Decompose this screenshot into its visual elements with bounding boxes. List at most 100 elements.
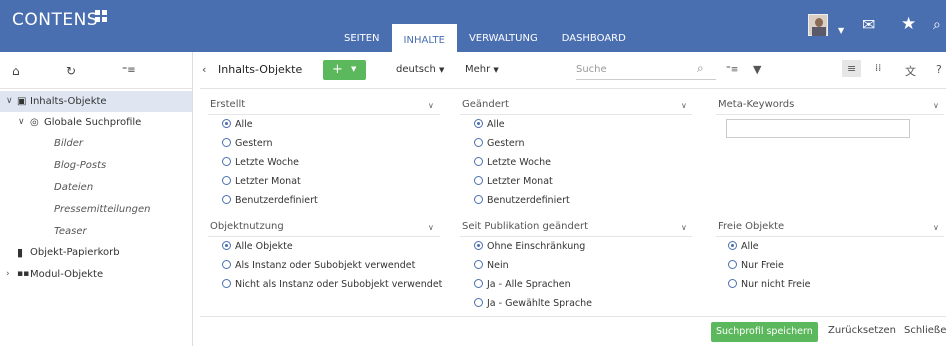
section-title-erstellt: Erstellt [210, 99, 246, 110]
radio-erstellt-benutzerdefiniert[interactable]: Benutzerdefiniert [222, 194, 318, 208]
radio-freie-alle[interactable]: Alle [728, 240, 759, 254]
tree-item-pressemitteilungen[interactable]: Pressemitteilungen [0, 199, 192, 220]
sidebar-toolbar: ⌂ ↻ ⁼≡ [0, 52, 192, 89]
chevron-down-icon[interactable]: ∨ [933, 101, 939, 110]
radio-icon [222, 176, 231, 185]
refresh-icon[interactable]: ↻ [66, 64, 76, 78]
close-button[interactable]: Schließen [904, 325, 946, 336]
radio-geaendert-alle[interactable]: Alle [474, 118, 505, 132]
radio-icon [222, 157, 231, 166]
tree-filter-icon[interactable]: ⁼≡ [122, 65, 136, 76]
favorites-star-icon[interactable]: ★ [901, 16, 916, 33]
radio-objektnutzung-nicht-verwendet[interactable]: Nicht als Instanz oder Subobjekt verwend… [222, 278, 442, 292]
tab-seiten[interactable]: SEITEN [332, 24, 392, 52]
radio-erstellt-gestern[interactable]: Gestern [222, 137, 273, 151]
home-icon[interactable]: ⌂ [12, 64, 20, 78]
tab-dashboard[interactable]: DASHBOARD [550, 24, 638, 52]
chevron-down-icon[interactable]: ∨ [681, 101, 687, 110]
save-search-profile-button[interactable]: Suchprofil speichern [711, 322, 818, 342]
radio-publikation-ohne[interactable]: Ohne Einschränkung [474, 240, 585, 254]
global-search-icon[interactable]: ⌕ [933, 18, 941, 32]
chevron-right-icon[interactable]: › [6, 264, 10, 285]
radio-publikation-alle-sprachen[interactable]: Ja - Alle Sprachen [474, 278, 571, 292]
radio-erstellt-letzter-monat[interactable]: Letzter Monat [222, 175, 301, 189]
back-arrow-icon[interactable]: ‹ [202, 63, 206, 76]
radio-publikation-nein[interactable]: Nein [474, 259, 509, 273]
section-divider [460, 114, 692, 115]
translate-icon[interactable]: 文 [905, 63, 916, 79]
radio-icon [474, 241, 483, 250]
radio-geaendert-benutzerdefiniert[interactable]: Benutzerdefiniert [474, 194, 570, 208]
tree-item-teaser[interactable]: Teaser [0, 221, 192, 242]
help-icon[interactable]: ? [936, 63, 942, 76]
language-select[interactable]: deutsch ▼ [396, 64, 444, 75]
radio-icon [474, 176, 483, 185]
reset-button[interactable]: Zurücksetzen [828, 325, 896, 336]
radio-label: Nur Freie [741, 260, 784, 271]
radio-objektnutzung-alle[interactable]: Alle Objekte [222, 240, 293, 254]
radio-erstellt-alle[interactable]: Alle [222, 118, 253, 132]
tree-item-blog-posts[interactable]: Blog-Posts [0, 155, 192, 176]
radio-label: Letzte Woche [487, 157, 552, 168]
radio-icon [222, 119, 231, 128]
section-title-freie-objekte: Freie Objekte [718, 221, 785, 232]
trash-icon: ▮ [17, 246, 24, 259]
section-title-geaendert: Geändert [462, 99, 509, 110]
page-title: Inhalts-Objekte [218, 63, 303, 76]
chevron-down-icon[interactable]: ∨ [681, 223, 687, 232]
radio-label: Ja - Gewählte Sprache [487, 298, 593, 309]
tree-item-bilder[interactable]: Bilder [0, 133, 192, 154]
radio-icon [222, 279, 231, 288]
tree-item-globale-suchprofile[interactable]: ∨ ◎ Globale Suchprofile [0, 112, 192, 133]
more-menu[interactable]: Mehr ▼ [465, 64, 499, 75]
user-avatar[interactable] [808, 14, 828, 36]
radio-objektnutzung-verwendet[interactable]: Als Instanz oder Subobjekt verwendet [222, 259, 415, 273]
tree-item-modul-objekte[interactable]: › ▪▪ Modul-Objekte [0, 264, 192, 285]
meta-keywords-input[interactable] [726, 119, 910, 138]
content-toolbar: ‹ Inhalts-Objekte + ▼ deutsch ▼ Mehr ▼ S… [200, 52, 946, 89]
list-view-icon[interactable]: ≡ [842, 60, 862, 77]
radio-publikation-gewaehlte-sprache[interactable]: Ja - Gewählte Sprache [474, 297, 592, 311]
grid-view-icon[interactable]: ⁞⁞ [875, 63, 881, 74]
tab-inhalte[interactable]: INHALTE [391, 24, 457, 52]
section-title-meta-keywords: Meta-Keywords [718, 99, 795, 110]
chevron-down-icon[interactable]: ∨ [428, 223, 434, 232]
radio-icon [728, 260, 737, 269]
filter-options-icon[interactable]: ⁼≡ [726, 65, 738, 75]
chevron-down-icon[interactable]: ∨ [18, 112, 25, 133]
radio-label: Nein [487, 260, 509, 271]
chevron-down-icon[interactable]: ∨ [933, 223, 939, 232]
tree-item-inhalts-objekte[interactable]: ∨ ▣ Inhalts-Objekte [0, 91, 192, 112]
radio-geaendert-gestern[interactable]: Gestern [474, 137, 525, 151]
tree-item-objekt-papierkorb[interactable]: ▮ Objekt-Papierkorb [0, 242, 192, 263]
add-object-button[interactable]: + ▼ [323, 60, 366, 80]
radio-label: Alle Objekte [235, 241, 293, 252]
radio-icon [728, 241, 737, 250]
notifications-icon[interactable]: ✉ [862, 17, 875, 33]
filter-funnel-icon[interactable]: ▼ [753, 63, 761, 76]
content-objects-icon: ▣ [17, 96, 27, 107]
chevron-down-icon[interactable]: ∨ [6, 91, 13, 112]
tree-item-dateien[interactable]: Dateien [0, 177, 192, 198]
radio-label: Letzte Woche [235, 157, 300, 168]
radio-icon [474, 119, 483, 128]
user-menu-chevron-icon[interactable]: ▼ [838, 24, 844, 38]
tab-verwaltung[interactable]: VERWALTUNG [457, 24, 550, 52]
chevron-down-icon[interactable]: ∨ [428, 101, 434, 110]
radio-label: Ja - Alle Sprachen [487, 279, 571, 290]
radio-icon [222, 195, 231, 204]
radio-freie-nur-nicht-freie[interactable]: Nur nicht Freie [728, 278, 811, 292]
tree-item-label: Blog-Posts [54, 160, 107, 171]
more-menu-label: Mehr [465, 64, 491, 75]
radio-label: Letzter Monat [487, 176, 553, 187]
search-input[interactable]: Suche [576, 60, 716, 80]
radio-geaendert-letzter-monat[interactable]: Letzter Monat [474, 175, 553, 189]
sidebar: ⌂ ↻ ⁼≡ ∨ ▣ Inhalts-Objekte ∨ ◎ Globale S… [0, 52, 193, 346]
radio-geaendert-letzte-woche[interactable]: Letzte Woche [474, 156, 551, 170]
radio-freie-nur-freie[interactable]: Nur Freie [728, 259, 784, 273]
radio-label: Alle [741, 241, 759, 252]
app-logo[interactable]: CONTENS [12, 10, 98, 30]
search-icon[interactable]: ⌕ [697, 61, 704, 76]
radio-erstellt-letzte-woche[interactable]: Letzte Woche [222, 156, 299, 170]
radio-label: Alle [235, 119, 253, 130]
